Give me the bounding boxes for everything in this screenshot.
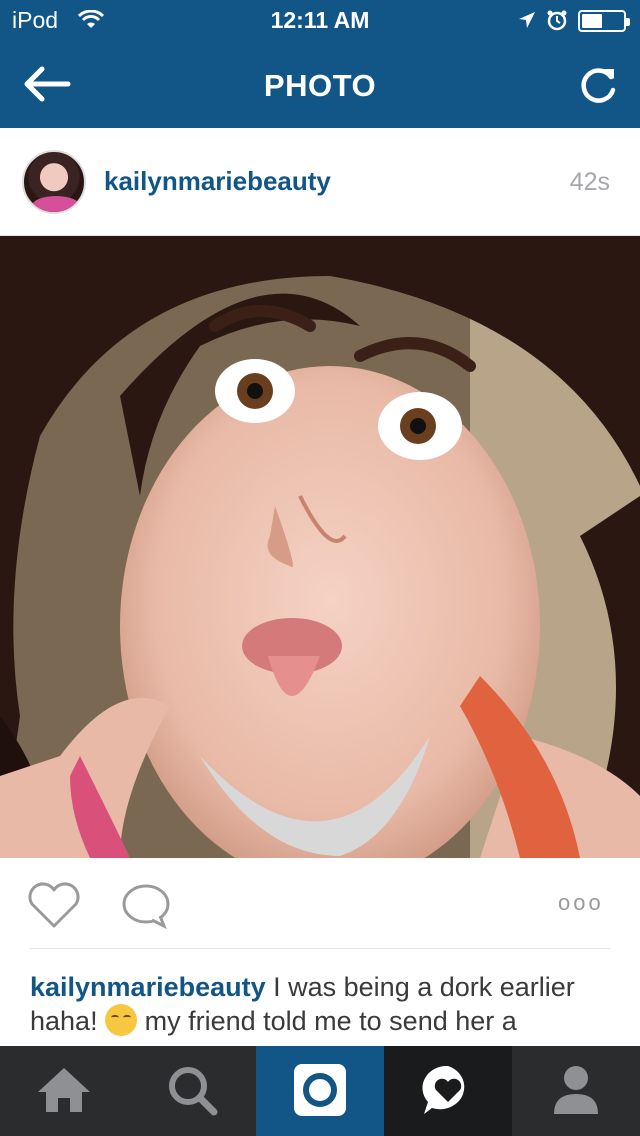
tab-home[interactable] bbox=[0, 1046, 128, 1136]
home-icon bbox=[38, 1068, 90, 1112]
tab-activity[interactable] bbox=[384, 1046, 512, 1136]
location-arrow-icon bbox=[518, 11, 536, 34]
page-title: PHOTO bbox=[263, 68, 377, 103]
comment-icon[interactable] bbox=[120, 882, 172, 930]
heart-icon[interactable] bbox=[26, 882, 82, 930]
selfie-illustration bbox=[0, 236, 640, 858]
activity-heart-icon bbox=[422, 1065, 465, 1114]
smiling-emoji-icon bbox=[105, 1004, 138, 1036]
post-header: kailynmariebeauty 42s bbox=[0, 128, 640, 236]
tab-profile[interactable] bbox=[512, 1046, 640, 1136]
nav-bar: PHOTO bbox=[0, 40, 640, 128]
clock: 12:11 AM bbox=[270, 7, 370, 33]
post-timestamp: 42s bbox=[569, 168, 610, 196]
post-photo[interactable] bbox=[0, 236, 640, 858]
tab-search[interactable] bbox=[128, 1046, 256, 1136]
post-username[interactable]: kailynmariebeauty bbox=[104, 166, 331, 197]
tab-bar bbox=[0, 1046, 640, 1136]
refresh-icon[interactable] bbox=[578, 64, 620, 106]
profile-icon bbox=[554, 1066, 598, 1114]
avatar[interactable] bbox=[22, 150, 86, 214]
caption-username[interactable]: kailynmariebeauty bbox=[30, 972, 266, 1002]
alarm-icon bbox=[546, 9, 568, 36]
tab-camera[interactable] bbox=[256, 1046, 384, 1136]
status-bar: iPod 12:11 AM bbox=[0, 0, 640, 40]
caption-text-continued: my friend told me to send her a bbox=[137, 1006, 517, 1036]
more-options-button[interactable]: ooo bbox=[558, 890, 612, 915]
battery-icon bbox=[578, 10, 630, 32]
post-caption: kailynmariebeauty I was being a dork ear… bbox=[30, 970, 615, 1038]
search-icon bbox=[169, 1067, 218, 1116]
camera-icon bbox=[294, 1064, 346, 1116]
divider bbox=[30, 948, 610, 949]
post-actions: ooo bbox=[0, 858, 640, 950]
